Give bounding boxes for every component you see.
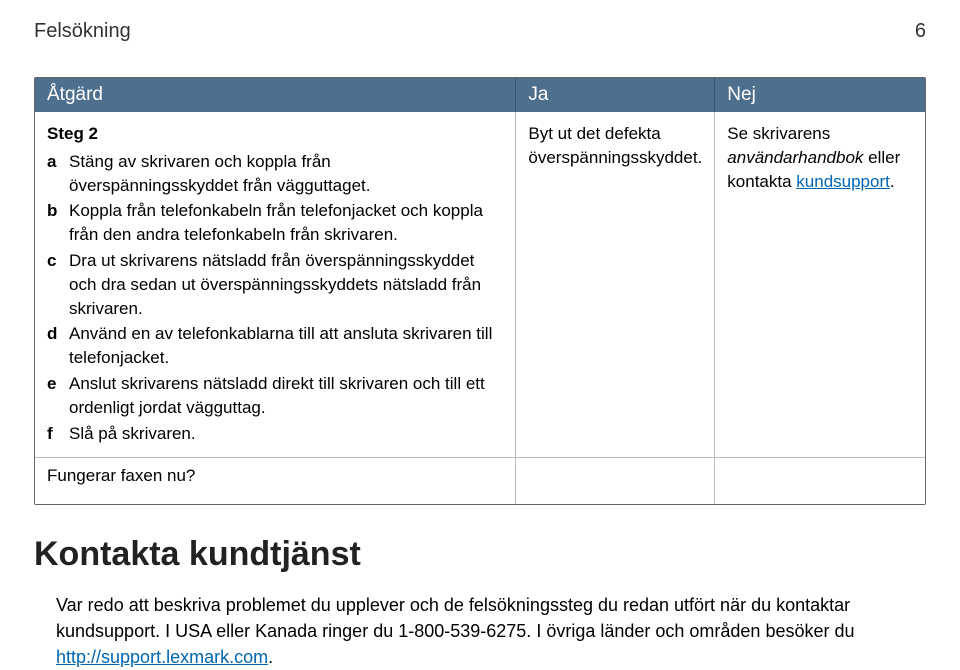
contact-body-part2: . [268, 647, 273, 667]
no-cell-post: . [890, 172, 895, 191]
support-link[interactable]: kundsupport [796, 172, 890, 191]
cell-action-step2: Steg 2 a Stäng av skrivaren och koppla f… [35, 112, 516, 458]
support-url-link[interactable]: http://support.lexmark.com [56, 647, 268, 667]
cell-yes-empty [516, 458, 715, 504]
list-text: Slå på skrivaren. [69, 422, 503, 446]
list-text: Använd en av telefonkablarna till att an… [69, 322, 503, 370]
list-marker: e [47, 372, 69, 420]
list-marker: c [47, 249, 69, 320]
list-marker: a [47, 150, 69, 198]
list-item: e Anslut skrivarens nätsladd direkt till… [47, 372, 503, 420]
list-item: f Slå på skrivaren. [47, 422, 503, 446]
list-marker: b [47, 199, 69, 247]
troubleshooting-table: Åtgärd Ja Nej Steg 2 a Stäng av skrivare… [34, 77, 926, 505]
list-item: c Dra ut skrivarens nätsladd från översp… [47, 249, 503, 320]
cell-question: Fungerar faxen nu? [35, 458, 516, 504]
cell-yes: Byt ut det defekta överspänningsskyddet. [516, 112, 715, 458]
step-list: a Stäng av skrivaren och koppla från öve… [47, 150, 503, 446]
column-header-action: Åtgärd [35, 78, 516, 112]
page-number: 6 [915, 20, 926, 43]
column-header-no: Nej [715, 78, 925, 112]
page-title: Felsökning [34, 20, 131, 43]
list-text: Anslut skrivarens nätsladd direkt till s… [69, 372, 503, 420]
step-title: Steg 2 [47, 122, 503, 146]
column-header-yes: Ja [516, 78, 715, 112]
list-text: Koppla från telefonkabeln från telefonja… [69, 199, 503, 247]
list-marker: f [47, 422, 69, 446]
cell-no: Se skrivarens användarhandbok eller kont… [715, 112, 925, 458]
no-cell-pre: Se skrivarens [727, 124, 830, 143]
list-marker: d [47, 322, 69, 370]
cell-no-empty [715, 458, 925, 504]
contact-body-part1: Var redo att beskriva problemet du upple… [56, 595, 855, 641]
list-item: b Koppla från telefonkabeln från telefon… [47, 199, 503, 247]
list-item: d Använd en av telefonkablarna till att … [47, 322, 503, 370]
no-cell-italic: användarhandbok [727, 148, 863, 167]
contact-heading: Kontakta kundtjänst [34, 535, 926, 574]
page-header: Felsökning 6 [34, 20, 926, 43]
list-item: a Stäng av skrivaren och koppla från öve… [47, 150, 503, 198]
contact-body: Var redo att beskriva problemet du upple… [34, 592, 926, 670]
list-text: Dra ut skrivarens nätsladd från överspän… [69, 249, 503, 320]
list-text: Stäng av skrivaren och koppla från övers… [69, 150, 503, 198]
